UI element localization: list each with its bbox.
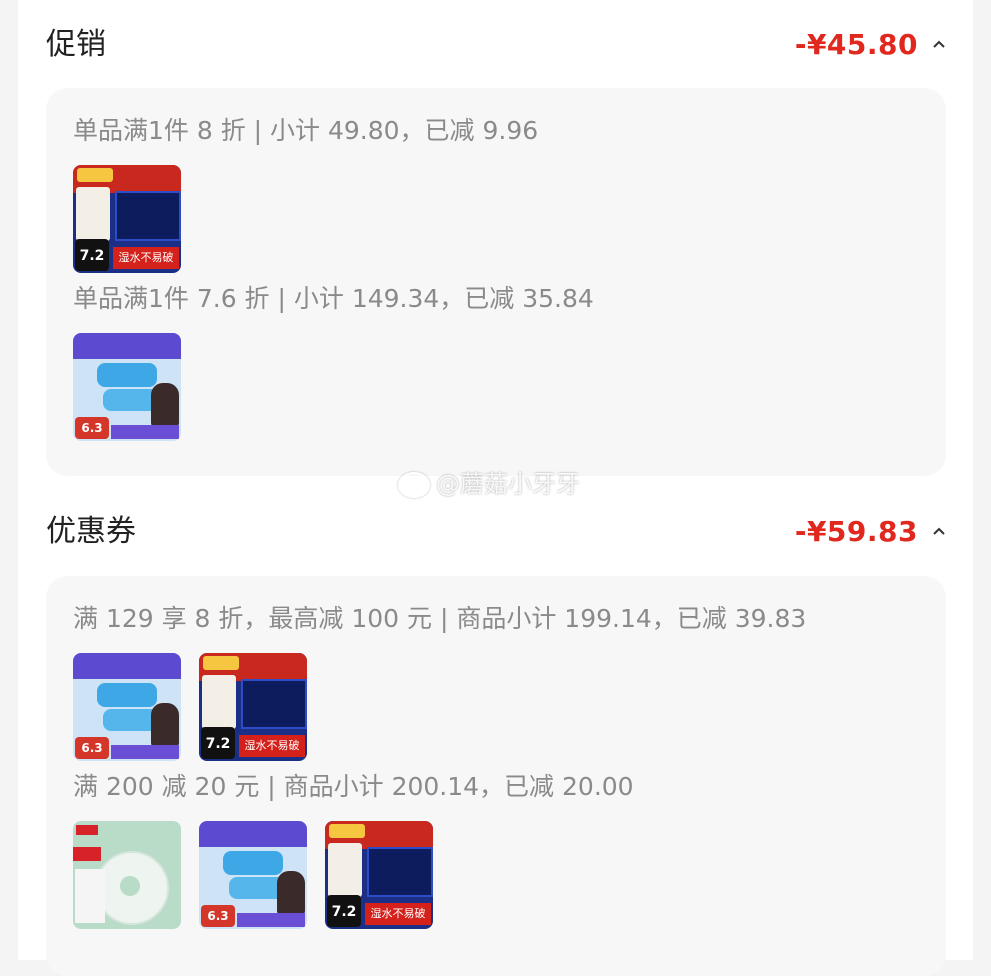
wipes-product-thumb[interactable]: 6.3 (199, 821, 307, 929)
promotion-rule-2: 单品满1件 7.6 折 | 小计 149.34，已减 35.84 (73, 284, 594, 313)
discount-badge: 6.3 (201, 905, 235, 927)
watermark: @蘑菇小牙牙 (398, 464, 580, 499)
coupon-title: 优惠券 (46, 514, 136, 549)
promo-strip: 湿水不易破 (113, 247, 179, 269)
promotion-panel: 单品满1件 8 折 | 小计 49.80，已减 9.96 7.2 湿水不易破 单… (46, 88, 946, 476)
coupon-header[interactable]: 优惠券 -¥59.83 (46, 502, 946, 562)
coupon-rule-2-thumbs: 6.3 7.2 湿水不易破 (73, 821, 433, 929)
tissue-product-thumb[interactable]: 7.2 湿水不易破 (73, 165, 181, 273)
watermark-text: @蘑菇小牙牙 (436, 470, 580, 498)
promo-strip: 湿水不易破 (239, 735, 305, 757)
promo-strip: 湿水不易破 (365, 903, 431, 925)
tissue-product-thumb[interactable]: 7.2 湿水不易破 (325, 821, 433, 929)
promotion-header[interactable]: 促销 -¥45.80 (46, 15, 946, 75)
promotion-rule-1: 单品满1件 8 折 | 小计 49.80，已减 9.96 (73, 116, 539, 145)
tape-product-thumb[interactable] (73, 821, 181, 929)
coupon-rule-1: 满 129 享 8 折，最高减 100 元 | 商品小计 199.14，已减 3… (73, 604, 807, 633)
discount-badge: 7.2 (201, 727, 235, 759)
coupon-amount: -¥59.83 (794, 515, 918, 548)
coupon-rule-2: 满 200 减 20 元 | 商品小计 200.14，已减 20.00 (73, 772, 634, 801)
promotion-title: 促销 (46, 27, 106, 62)
discount-badge: 7.2 (75, 239, 109, 271)
discount-badge: 7.2 (327, 895, 361, 927)
chevron-up-icon[interactable] (932, 37, 946, 51)
tissue-product-thumb[interactable]: 7.2 湿水不易破 (199, 653, 307, 761)
wipes-product-thumb[interactable]: 6.3 (73, 653, 181, 761)
promotion-rule-1-thumbs: 7.2 湿水不易破 (73, 165, 181, 273)
weibo-icon (398, 472, 430, 498)
wipes-product-thumb[interactable]: 6.3 (73, 333, 181, 441)
discount-badge: 6.3 (75, 737, 109, 759)
coupon-rule-1-thumbs: 6.3 7.2 湿水不易破 (73, 653, 307, 761)
coupon-panel: 满 129 享 8 折，最高减 100 元 | 商品小计 199.14，已减 3… (46, 576, 946, 976)
discount-badge: 6.3 (75, 417, 109, 439)
promotion-rule-2-thumbs: 6.3 (73, 333, 181, 441)
promotion-amount: -¥45.80 (794, 28, 918, 61)
chevron-up-icon[interactable] (932, 524, 946, 538)
